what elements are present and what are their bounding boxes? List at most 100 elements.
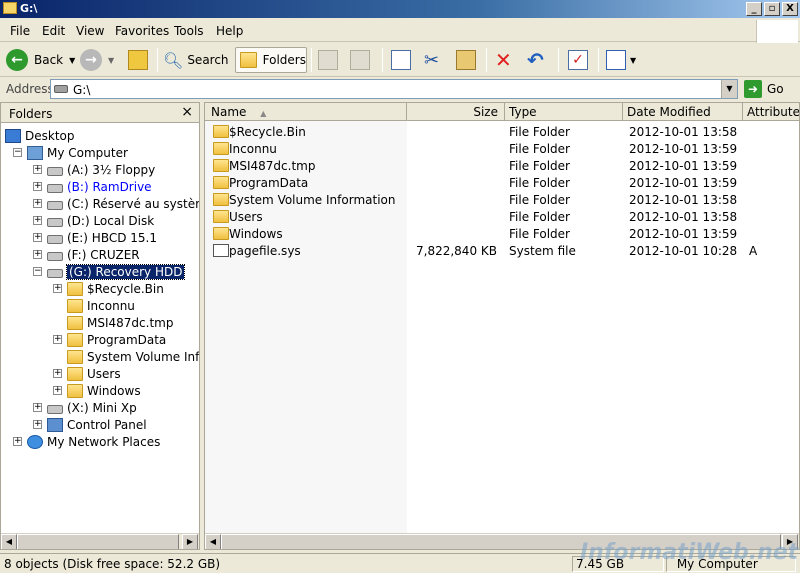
file-size: 7,822,840 KB	[416, 244, 497, 258]
file-row[interactable]: pagefile.sys 7,822,840 KB System file 2012-…	[205, 242, 799, 259]
go-label: Go	[767, 82, 784, 96]
folder-icon	[3, 2, 17, 14]
expand-icon[interactable]: +	[33, 233, 42, 242]
drive-icon	[54, 85, 68, 93]
file-row[interactable]: ProgramData File Folder 2012-10-01 13:59	[205, 174, 799, 191]
folders-icon	[240, 52, 257, 68]
undo-button[interactable]: ↶	[527, 47, 544, 73]
status-object-count: 8 objects (Disk free space: 52.2 GB)	[4, 557, 221, 571]
tree-item[interactable]: Desktop	[5, 127, 75, 144]
tree-item[interactable]: (G:) Recovery HDD	[47, 263, 186, 280]
folders-label: Folders	[262, 53, 306, 67]
go-button[interactable]: ➜ Go	[744, 79, 784, 99]
tree-item-label: Desktop	[25, 128, 75, 143]
menu-edit[interactable]: Edit	[42, 24, 65, 38]
horizontal-scrollbar[interactable]: ◀ ▶	[1, 533, 199, 549]
back-button[interactable]: ← Back ▼	[6, 47, 75, 73]
tree-item[interactable]: (C:) Réservé au système	[47, 195, 199, 212]
scroll-thumb[interactable]	[17, 534, 179, 549]
search-icon: 🔍︎	[163, 50, 184, 70]
menu-help[interactable]: Help	[216, 24, 243, 38]
tree-item[interactable]: Users	[67, 365, 121, 382]
file-type: File Folder	[509, 193, 570, 207]
expand-icon[interactable]: +	[53, 284, 62, 293]
expand-icon[interactable]: +	[53, 369, 62, 378]
scroll-left-icon[interactable]: ◀	[1, 534, 17, 549]
expand-icon[interactable]: +	[33, 250, 42, 259]
file-name: System Volume Information	[229, 193, 396, 207]
collapse-icon[interactable]: −	[33, 267, 42, 276]
copy-button[interactable]	[391, 47, 411, 73]
address-input[interactable]: G:\ ▼	[50, 79, 738, 99]
file-row[interactable]: Windows File Folder 2012-10-01 13:59	[205, 225, 799, 242]
tree-item[interactable]: ProgramData	[67, 331, 166, 348]
column-header-date[interactable]: Date Modified	[623, 103, 743, 121]
expand-icon[interactable]: +	[33, 165, 42, 174]
up-folder-button[interactable]	[128, 47, 148, 73]
forward-button[interactable]: → ▼	[80, 47, 114, 73]
search-label: Search	[187, 53, 229, 67]
folder-icon	[67, 383, 83, 398]
tree-item[interactable]: My Computer	[27, 144, 128, 161]
expand-icon[interactable]: +	[33, 199, 42, 208]
file-row[interactable]: $Recycle.Bin File Folder 2012-10-01 13:58	[205, 123, 799, 140]
column-header-type[interactable]: Type	[505, 103, 623, 121]
scroll-right-icon[interactable]: ▶	[182, 534, 198, 549]
file-name: Inconnu	[229, 142, 277, 156]
toolbar-separator	[157, 48, 158, 72]
menu-view[interactable]: View	[76, 24, 104, 38]
folders-button[interactable]: Folders	[235, 47, 307, 73]
expand-icon[interactable]: +	[33, 182, 42, 191]
maximize-button[interactable]: ▫	[764, 2, 780, 16]
menu-tools[interactable]: Tools	[174, 24, 204, 38]
file-row[interactable]: Users File Folder 2012-10-01 13:58	[205, 208, 799, 225]
search-button[interactable]: 🔍︎ Search	[163, 47, 229, 73]
delete-button[interactable]: ✕	[495, 47, 512, 73]
tree-item[interactable]: $Recycle.Bin	[67, 280, 164, 297]
paste-button[interactable]	[456, 47, 476, 73]
menu-favorites[interactable]: Favorites	[115, 24, 169, 38]
collapse-icon[interactable]: −	[13, 148, 22, 157]
column-header-attributes[interactable]: Attributes	[743, 103, 799, 121]
cut-button[interactable]: ✂	[424, 47, 439, 73]
views-button[interactable]: ▼	[606, 47, 636, 73]
expand-icon[interactable]: +	[33, 420, 42, 429]
expand-icon[interactable]: +	[33, 216, 42, 225]
tree-item[interactable]: Inconnu	[67, 297, 135, 314]
expand-icon[interactable]: +	[13, 437, 22, 446]
tree-item[interactable]: Control Panel	[47, 416, 147, 433]
copy-to-button[interactable]	[350, 47, 370, 73]
file-row[interactable]: MSI487dc.tmp File Folder 2012-10-01 13:59	[205, 157, 799, 174]
tree-item[interactable]: (A:) 3½ Floppy	[47, 161, 155, 178]
tree-item[interactable]: MSI487dc.tmp	[67, 314, 173, 331]
folder-icon	[67, 332, 83, 347]
minimize-button[interactable]: _	[746, 2, 762, 16]
menu-file[interactable]: File	[10, 24, 30, 38]
tree-item[interactable]: (F:) CRUZER	[47, 246, 140, 263]
tree-item[interactable]: (B:) RamDrive	[47, 178, 152, 195]
expand-icon[interactable]: +	[53, 335, 62, 344]
control-panel-icon	[47, 417, 63, 432]
file-name: Users	[229, 210, 263, 224]
tree-item[interactable]: (X:) Mini Xp	[47, 399, 137, 416]
column-date-label: Date Modified	[627, 105, 711, 119]
tree-item[interactable]: (D:) Local Disk	[47, 212, 154, 229]
column-size-label: Size	[473, 105, 498, 119]
tree-item[interactable]: (E:) HBCD 15.1	[47, 229, 157, 246]
scroll-left-icon[interactable]: ◀	[205, 534, 221, 549]
close-icon[interactable]: ×	[181, 104, 193, 120]
expand-icon[interactable]: +	[53, 386, 62, 395]
tree-item[interactable]: System Volume Informati	[67, 348, 199, 365]
tree-item[interactable]: Windows	[67, 382, 141, 399]
tree-item[interactable]: My Network Places	[27, 433, 160, 450]
file-date: 2012-10-01 10:28	[629, 244, 738, 258]
expand-icon[interactable]: +	[33, 403, 42, 412]
close-button[interactable]: X	[782, 2, 798, 16]
column-header-size[interactable]: Size	[407, 103, 505, 121]
chevron-down-icon[interactable]: ▼	[721, 80, 737, 98]
column-header-name[interactable]: Name ▲	[205, 103, 407, 121]
properties-button[interactable]: ✓	[568, 47, 588, 73]
file-row[interactable]: System Volume Information File Folder 2012…	[205, 191, 799, 208]
file-row[interactable]: Inconnu File Folder 2012-10-01 13:59	[205, 140, 799, 157]
move-to-button[interactable]	[318, 47, 338, 73]
